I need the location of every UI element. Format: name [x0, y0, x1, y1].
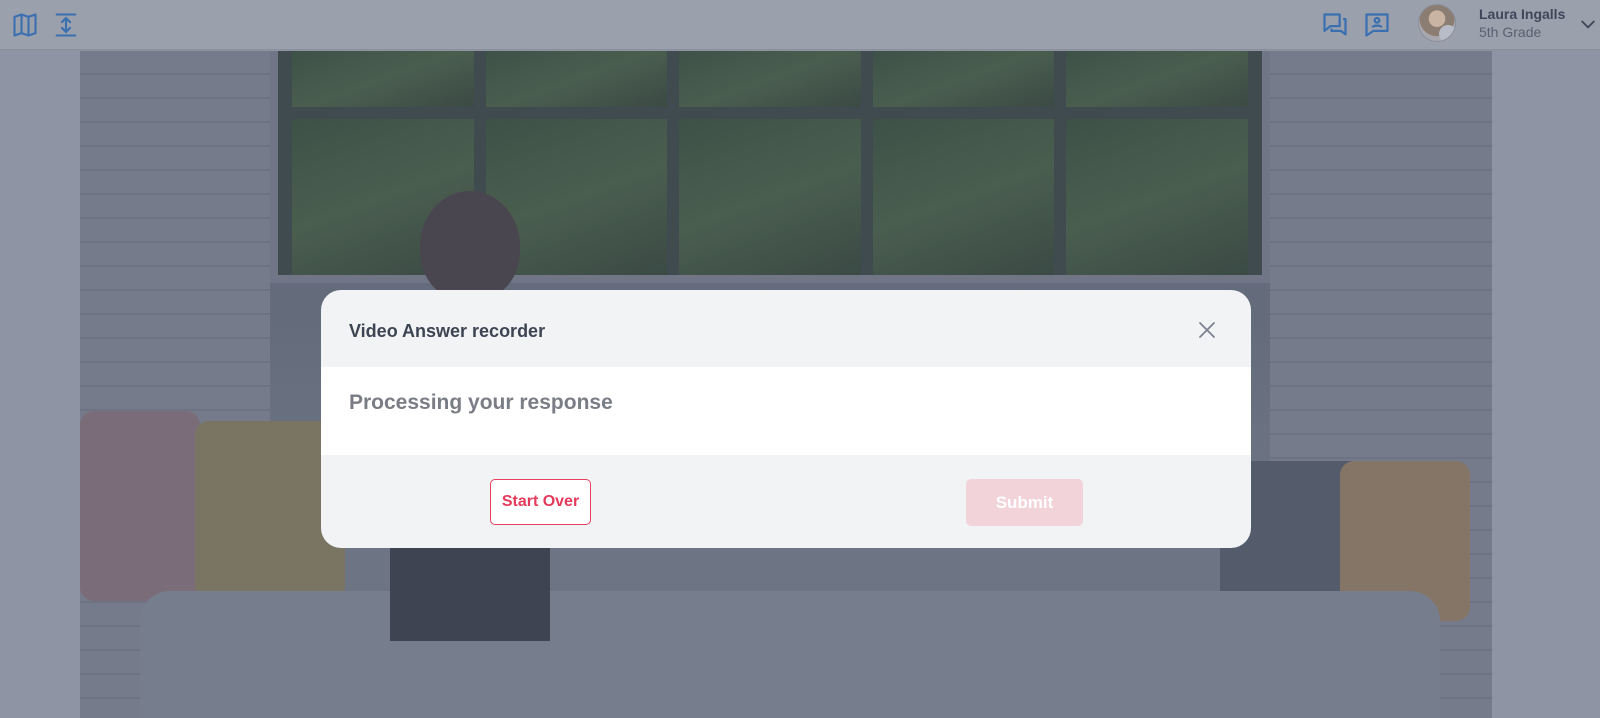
user-name: Laura Ingalls	[1479, 6, 1566, 22]
status-badge	[1439, 25, 1455, 41]
chevron-down-icon[interactable]	[1578, 14, 1598, 34]
processing-status: Processing your response	[349, 391, 613, 414]
close-icon[interactable]	[1195, 318, 1219, 342]
submit-button[interactable]: Submit	[966, 479, 1083, 526]
start-over-button[interactable]: Start Over	[490, 479, 591, 525]
avatar[interactable]	[1418, 4, 1456, 42]
pillow-left	[80, 411, 200, 601]
chat-bubbles-icon[interactable]	[1318, 8, 1352, 42]
map-icon[interactable]	[8, 8, 42, 42]
modal-body: Processing your response	[321, 367, 1251, 455]
modal-title: Video Answer recorder	[349, 321, 546, 341]
user-menu[interactable]: Laura Ingalls 5th Grade	[1418, 2, 1600, 48]
top-bar: Laura Ingalls 5th Grade	[0, 0, 1600, 50]
video-answer-modal: Video Answer recorder Processing your re…	[321, 290, 1251, 548]
sofa	[140, 591, 1440, 718]
user-grade: 5th Grade	[1479, 24, 1542, 40]
modal-footer: Start Over Submit	[321, 455, 1251, 548]
contact-message-icon[interactable]	[1360, 8, 1394, 42]
expand-vertical-icon[interactable]	[49, 8, 83, 42]
modal-header: Video Answer recorder	[321, 290, 1251, 367]
